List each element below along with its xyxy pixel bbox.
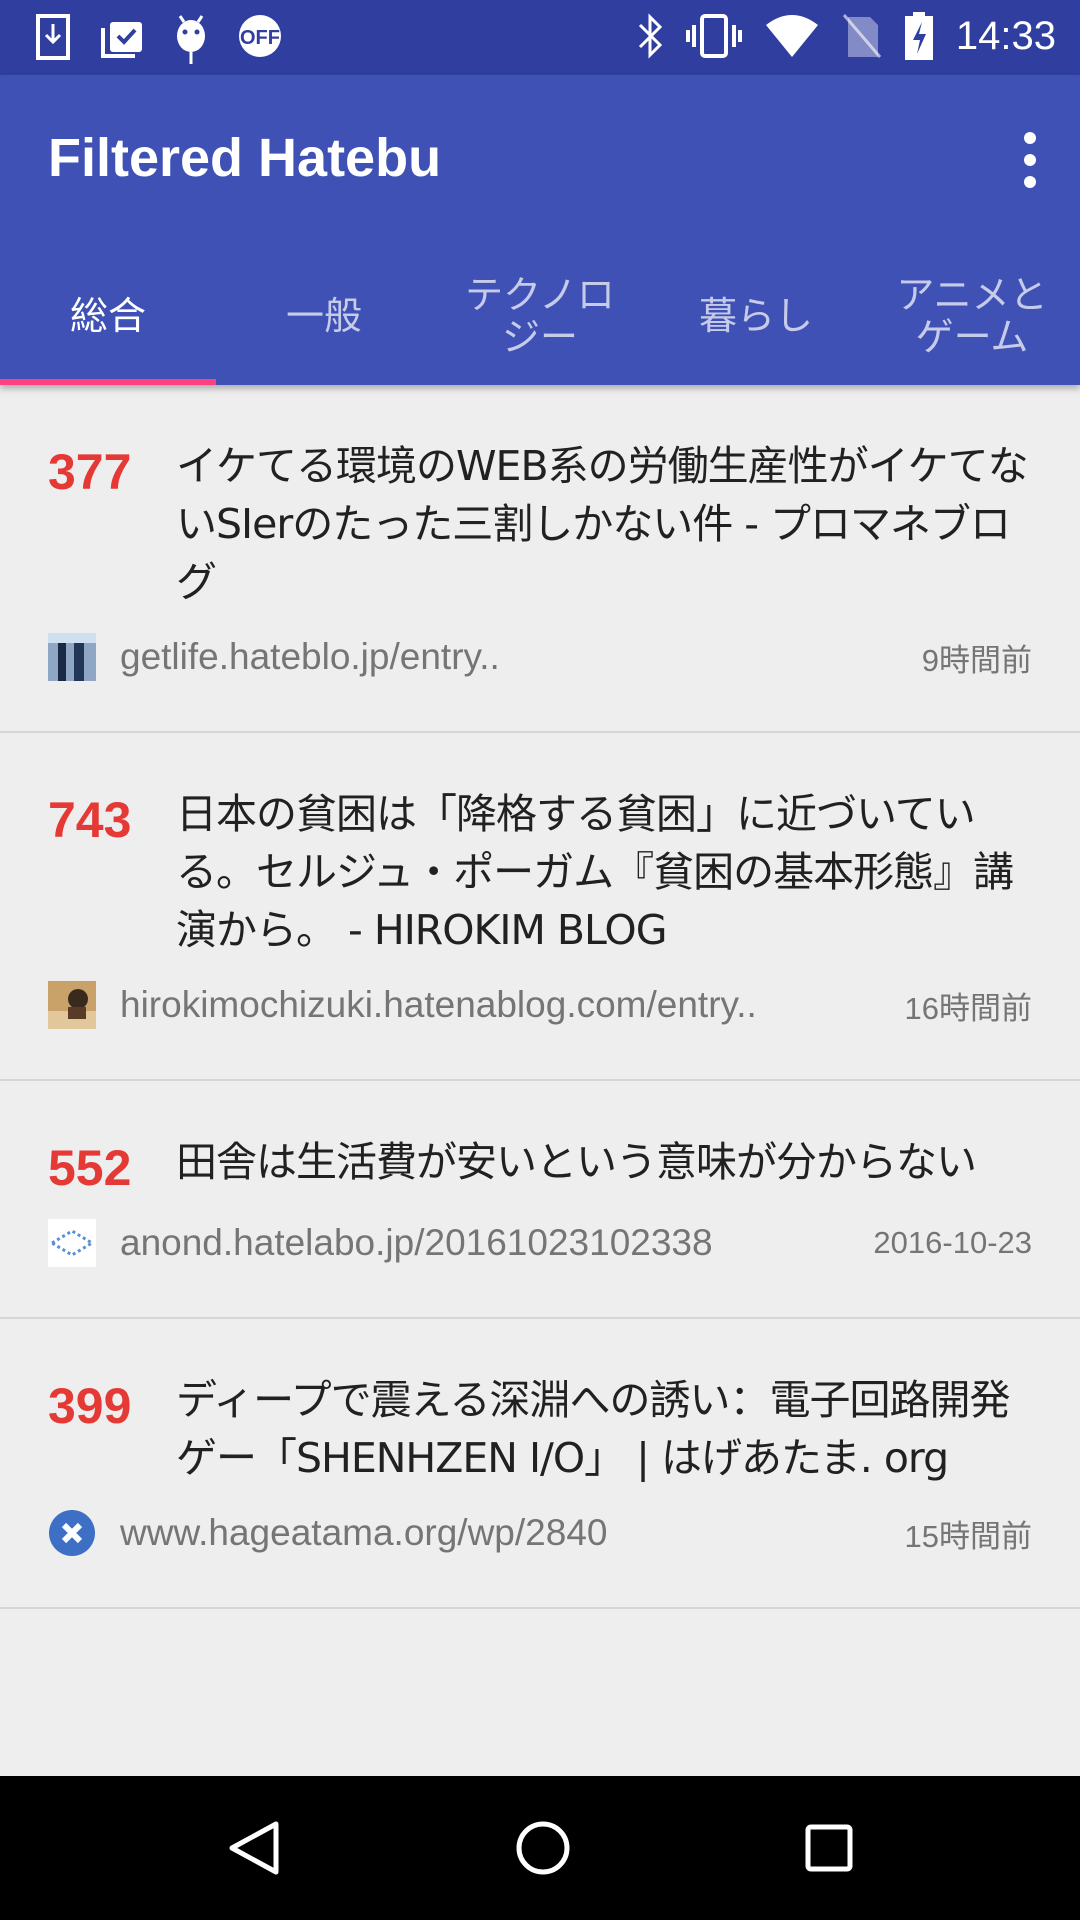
- bookmark-count: 399: [48, 1378, 132, 1434]
- entry-url: hirokimochizuki.hatenablog.com/entry..: [120, 984, 757, 1025]
- tab-life[interactable]: 暮らし: [648, 240, 864, 385]
- entry-url: anond.hatelabo.jp/20161023102338: [120, 1222, 713, 1263]
- favicon-icon: [48, 981, 96, 1029]
- favicon-icon: [49, 1510, 95, 1556]
- entry-url: getlife.hateblo.jp/entry..: [120, 636, 500, 677]
- entry-list[interactable]: 377 イケてる環境のWEB系の労働生産性がイケてないSIerのたった三割しかない…: [0, 385, 1080, 1776]
- list-item[interactable]: 377 イケてる環境のWEB系の労働生産性がイケてないSIerのたった三割しかない…: [0, 385, 1080, 733]
- entry-time: 9時間前: [921, 642, 1032, 678]
- tab-technology[interactable]: テクノロ ジー: [432, 240, 648, 385]
- svg-text:OFF: OFF: [240, 27, 280, 49]
- wifi-icon: [765, 15, 818, 57]
- bookmark-count: 743: [48, 792, 132, 848]
- recents-icon[interactable]: [804, 1823, 854, 1873]
- navigation-bar: [0, 1776, 1080, 1920]
- tab-label: アニメと ゲーム: [896, 272, 1048, 359]
- home-icon[interactable]: [515, 1820, 571, 1876]
- list-item[interactable]: 399 ディープで震える深淵への誘い：電子回路開発ゲー「SHENHZEN I/O」…: [0, 1319, 1080, 1609]
- status-bar: OFF 14:33: [0, 0, 1080, 75]
- entry-time: 16時間前: [904, 990, 1032, 1026]
- more-vert-icon[interactable]: [1010, 130, 1050, 190]
- no-sim-icon: [842, 14, 882, 58]
- tab-label: 総合: [69, 293, 146, 338]
- favicon-icon: [48, 633, 96, 681]
- tab-label: 一般: [285, 293, 362, 338]
- app-bar: Filtered Hatebu 総合 一般 テクノロ ジー 暮らし アニメと ゲ…: [0, 75, 1080, 385]
- entry-title: 日本の貧困は「降格する貧困」に近づいている。セルジュ・ポーガム『貧困の基本形態』…: [176, 790, 1014, 954]
- entry-title: 田舎は生活費が安いという意味が分からない: [176, 1138, 977, 1186]
- tab-sougou[interactable]: 総合: [0, 240, 216, 385]
- clock: 14:33: [955, 13, 1056, 58]
- entry-time: 15時間前: [904, 1518, 1032, 1554]
- entry-time: 2016-10-23: [873, 1225, 1032, 1260]
- app-title: Filtered Hatebu: [48, 128, 442, 188]
- tab-general[interactable]: 一般: [216, 240, 432, 385]
- entry-title: ディープで震える深淵への誘い：電子回路開発ゲー「SHENHZEN I/O」 | …: [176, 1376, 1010, 1482]
- entry-title: イケてる環境のWEB系の労働生産性がイケてないSIerのたった三割しかない件 -…: [176, 442, 1029, 606]
- bookmark-count: 552: [48, 1140, 132, 1196]
- back-icon[interactable]: [226, 1818, 282, 1878]
- android-icon: [177, 15, 205, 64]
- tab-bar: 総合 一般 テクノロ ジー 暮らし アニメと ゲーム: [0, 240, 1080, 385]
- tab-label: テクノロ ジー: [465, 272, 615, 359]
- bluetooth-icon: [638, 13, 663, 59]
- bookmark-count: 377: [48, 444, 132, 500]
- list-item[interactable]: 552 田舎は生活費が安いという意味が分からない anond.hatelabo.j…: [0, 1081, 1080, 1319]
- off-badge-icon: OFF: [239, 15, 281, 57]
- clipboard-check-icon: [101, 22, 142, 58]
- entry-url: www.hageatama.org/wp/2840: [120, 1512, 608, 1553]
- list-item[interactable]: 743 日本の貧困は「降格する貧困」に近づいている。セルジュ・ポーガム『貧困の基本…: [0, 733, 1080, 1081]
- favicon-icon: [48, 1219, 96, 1267]
- tab-label: 暮らし: [698, 293, 813, 338]
- battery-charging-icon: [904, 12, 933, 60]
- vibrate-icon: [685, 14, 742, 58]
- tab-anime-game[interactable]: アニメと ゲーム: [864, 240, 1080, 385]
- download-icon: [36, 14, 70, 60]
